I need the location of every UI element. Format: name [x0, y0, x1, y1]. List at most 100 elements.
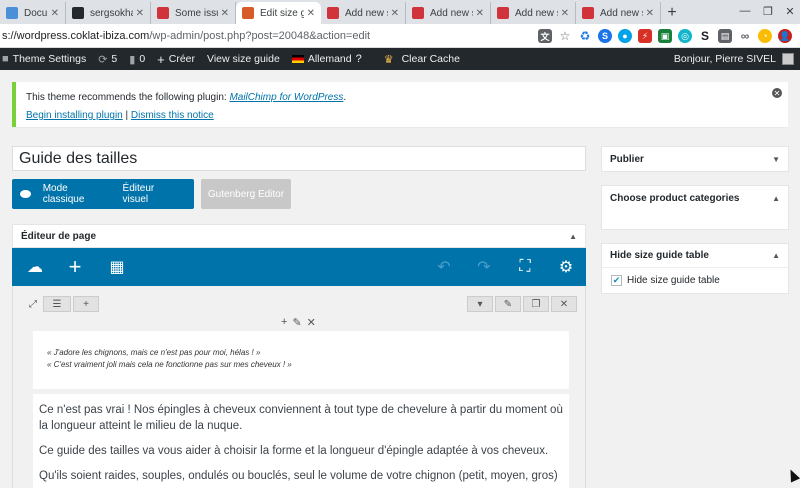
quote-widget[interactable]: « J'adore les chignons, mais ce n'est pa…: [33, 331, 569, 389]
minimize-icon[interactable]: —: [734, 0, 756, 22]
extensions-bar: 文 ☆ ♻ S ● ⚡ ▣ ◎ S ▤ ∞ ◔ 👤: [538, 24, 800, 48]
browser-tab-active[interactable]: Edit size gu ✕: [236, 2, 321, 24]
bookmark-star-icon[interactable]: ☆: [558, 29, 572, 43]
extension-recycle-icon[interactable]: ♻: [578, 29, 592, 43]
extension-shield-icon[interactable]: ▤: [718, 29, 732, 43]
close-tab-icon[interactable]: ✕: [136, 8, 144, 19]
plus-icon: +: [157, 51, 165, 67]
add-column-icon[interactable]: +: [73, 296, 99, 312]
clear-cache-link[interactable]: ♛ Clear Cache: [378, 48, 466, 70]
undo-icon[interactable]: ↶: [434, 257, 454, 277]
editor-mode-toggle: Mode classique Éditeur visuel: [12, 179, 194, 209]
product-categories-box: Choose product categories ▲: [601, 185, 789, 230]
plugin-recommendation-notice: This theme recommends the following plug…: [12, 82, 788, 127]
plugin-favicon-icon: [242, 7, 254, 19]
cache-icon: ♛: [383, 53, 394, 66]
expand-icon[interactable]: ⤢: [25, 296, 41, 312]
close-tab-icon[interactable]: ✕: [51, 8, 59, 19]
install-plugin-link[interactable]: Begin installing plugin: [26, 110, 123, 121]
view-size-guide-link[interactable]: View size guide: [201, 48, 286, 70]
add-widget-icon[interactable]: +: [281, 316, 287, 329]
comment-icon: ▮: [129, 53, 136, 66]
classic-mode-button[interactable]: Mode classique: [43, 183, 105, 205]
publish-box: Publier ▼: [601, 146, 789, 172]
github-favicon-icon: [72, 7, 84, 19]
updates-icon: ⟳: [98, 53, 108, 66]
updates-link[interactable]: ⟳ 5: [92, 48, 123, 70]
browser-tab[interactable]: sergsokhar ✕: [66, 2, 151, 24]
categories-header[interactable]: Choose product categories ▲: [602, 186, 788, 210]
fullscreen-icon[interactable]: ⛶: [515, 257, 535, 277]
wp-admin-bar: ■ Theme Settings ⟳ 5 ▮ 0 + Créer View si…: [0, 48, 800, 70]
collapse-arrow-icon[interactable]: ▲: [569, 232, 577, 241]
layouts-icon[interactable]: ▦: [107, 257, 127, 277]
extension-link-icon[interactable]: ∞: [738, 29, 752, 43]
page-builder-logo-icon: [20, 190, 31, 198]
redo-icon[interactable]: ↷: [474, 257, 494, 277]
edit-widget-icon[interactable]: ✎: [292, 316, 301, 329]
drag-handle-icon[interactable]: ☰: [43, 296, 71, 312]
theme-settings-link[interactable]: ■ Theme Settings: [0, 48, 92, 70]
browser-tab[interactable]: Documents ✕: [0, 2, 66, 24]
post-title-input[interactable]: Guide des tailles: [12, 146, 586, 171]
browser-tab[interactable]: Add new si ✕: [321, 2, 406, 24]
visual-editor-button[interactable]: Éditeur visuel: [123, 183, 176, 205]
plugin-favicon-icon: [327, 7, 339, 19]
browser-tab[interactable]: Add new si ✕: [406, 2, 491, 24]
page-builder-logo-icon[interactable]: ☁: [22, 257, 48, 277]
extension-s-blue-icon[interactable]: S: [598, 29, 612, 43]
close-tab-icon[interactable]: ✕: [221, 8, 229, 19]
text-widget[interactable]: Ce n'est pas vrai ! Nos épingles à cheve…: [33, 394, 569, 488]
german-flag-icon: [291, 55, 304, 63]
extension-s-icon[interactable]: S: [698, 29, 712, 43]
duplicate-icon[interactable]: ❐: [523, 296, 549, 312]
close-window-icon[interactable]: ✕: [780, 0, 800, 22]
widget-controls: + ✎ ✕: [281, 316, 316, 329]
comments-link[interactable]: ▮ 0: [123, 48, 151, 70]
collapse-arrow-icon[interactable]: ▲: [772, 194, 780, 203]
expand-arrow-icon[interactable]: ▼: [772, 155, 780, 164]
chevron-down-icon[interactable]: ▾: [467, 296, 493, 312]
extension-gauge-icon[interactable]: ◔: [758, 29, 772, 43]
extension-bolt-icon[interactable]: ⚡: [638, 29, 652, 43]
collapse-arrow-icon[interactable]: ▲: [772, 251, 780, 260]
plugin-link[interactable]: MailChimp for WordPress: [229, 92, 343, 103]
close-tab-icon[interactable]: ✕: [307, 8, 315, 19]
gutenberg-editor-button[interactable]: Gutenberg Editor: [201, 179, 291, 209]
page-editor-header[interactable]: Éditeur de page ▲: [12, 224, 586, 248]
create-link[interactable]: + Créer: [151, 48, 201, 70]
publish-header[interactable]: Publier ▼: [602, 147, 788, 171]
profile-avatar-icon[interactable]: 👤: [778, 29, 792, 43]
my-account[interactable]: Bonjour, Pierre SIVEL: [674, 48, 794, 70]
extension-wheel-icon[interactable]: ◎: [678, 29, 692, 43]
close-tab-icon[interactable]: ✕: [476, 8, 484, 19]
close-tab-icon[interactable]: ✕: [646, 8, 654, 19]
plugin-favicon-icon: [497, 7, 509, 19]
settings-gear-icon[interactable]: ⚙: [556, 257, 576, 277]
extension-globe-icon[interactable]: ●: [618, 29, 632, 43]
new-tab-button[interactable]: +: [661, 2, 683, 24]
extension-green-icon[interactable]: ▣: [658, 29, 672, 43]
browser-tab[interactable]: Some issue ✕: [151, 2, 236, 24]
delete-icon[interactable]: ✕: [551, 296, 577, 312]
browser-tab[interactable]: Add new si ✕: [491, 2, 576, 24]
hide-table-header[interactable]: Hide size guide table ▲: [602, 244, 788, 268]
avatar: [782, 53, 794, 65]
close-icon[interactable]: ✕: [772, 88, 782, 98]
close-tab-icon[interactable]: ✕: [561, 8, 569, 19]
remove-widget-icon[interactable]: ✕: [307, 316, 316, 329]
language-switcher[interactable]: Allemand ?: [286, 48, 372, 70]
documents-favicon-icon: [6, 7, 18, 19]
edit-pencil-icon[interactable]: ✎: [495, 296, 521, 312]
address-bar[interactable]: s://wordpress.coklat-ibiza.com/wp-admin/…: [0, 24, 800, 48]
add-icon[interactable]: +: [65, 254, 85, 279]
hide-table-checkbox[interactable]: ✔: [611, 275, 622, 286]
gitlab-favicon-icon: [157, 7, 169, 19]
close-tab-icon[interactable]: ✕: [391, 8, 399, 19]
page-builder-toolbar: ☁ + ▦ ↶ ↷ ⛶ ⚙: [12, 248, 586, 286]
translate-icon[interactable]: 文: [538, 29, 552, 43]
restore-icon[interactable]: ❐: [758, 0, 778, 22]
url-text[interactable]: s://wordpress.coklat-ibiza.com/wp-admin/…: [0, 30, 370, 42]
browser-tab[interactable]: Add new si ✕: [576, 2, 661, 24]
dismiss-notice-link[interactable]: Dismiss this notice: [131, 110, 214, 121]
